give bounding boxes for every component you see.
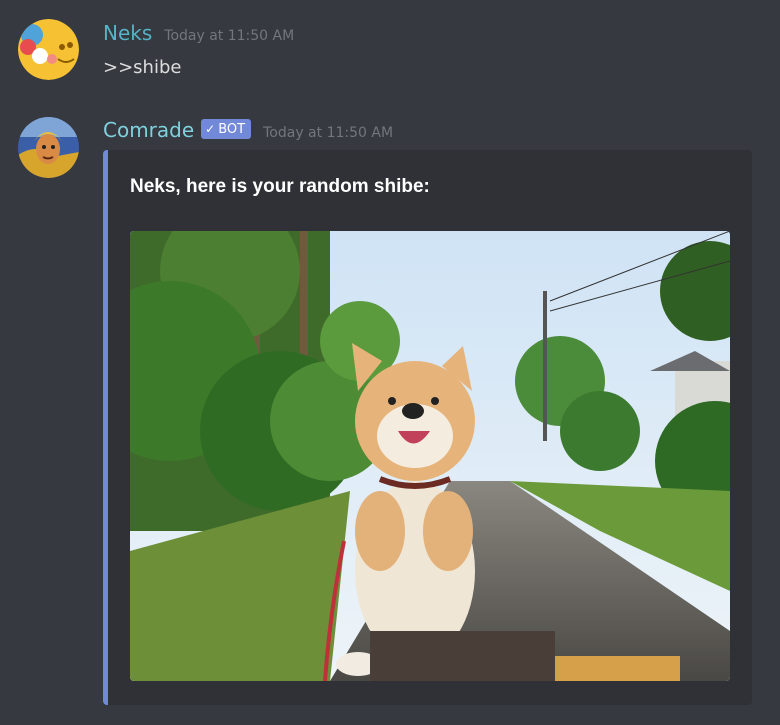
timestamp: Today at 11:50 AM [164, 28, 295, 44]
bot-tag: ✓ BOT [201, 119, 252, 139]
embed-image[interactable] [130, 231, 730, 681]
comrade-avatar-icon [18, 117, 79, 178]
embed-title: Neks, here is your random shibe: [130, 176, 430, 197]
embed: Neks, here is your random shibe: [103, 150, 752, 705]
username-comrade[interactable]: Comrade [103, 118, 194, 142]
avatar-neks[interactable] [18, 19, 79, 80]
shibe-photo [130, 231, 730, 681]
bot-tag-label: BOT [218, 122, 246, 137]
message-content: >>shibe [103, 57, 182, 78]
timestamp: Today at 11:50 AM [263, 125, 394, 141]
username-neks[interactable]: Neks [103, 21, 152, 45]
avatar-comrade[interactable] [18, 117, 79, 178]
neks-avatar-icon [18, 19, 79, 80]
checkmark-icon: ✓ [205, 122, 216, 136]
